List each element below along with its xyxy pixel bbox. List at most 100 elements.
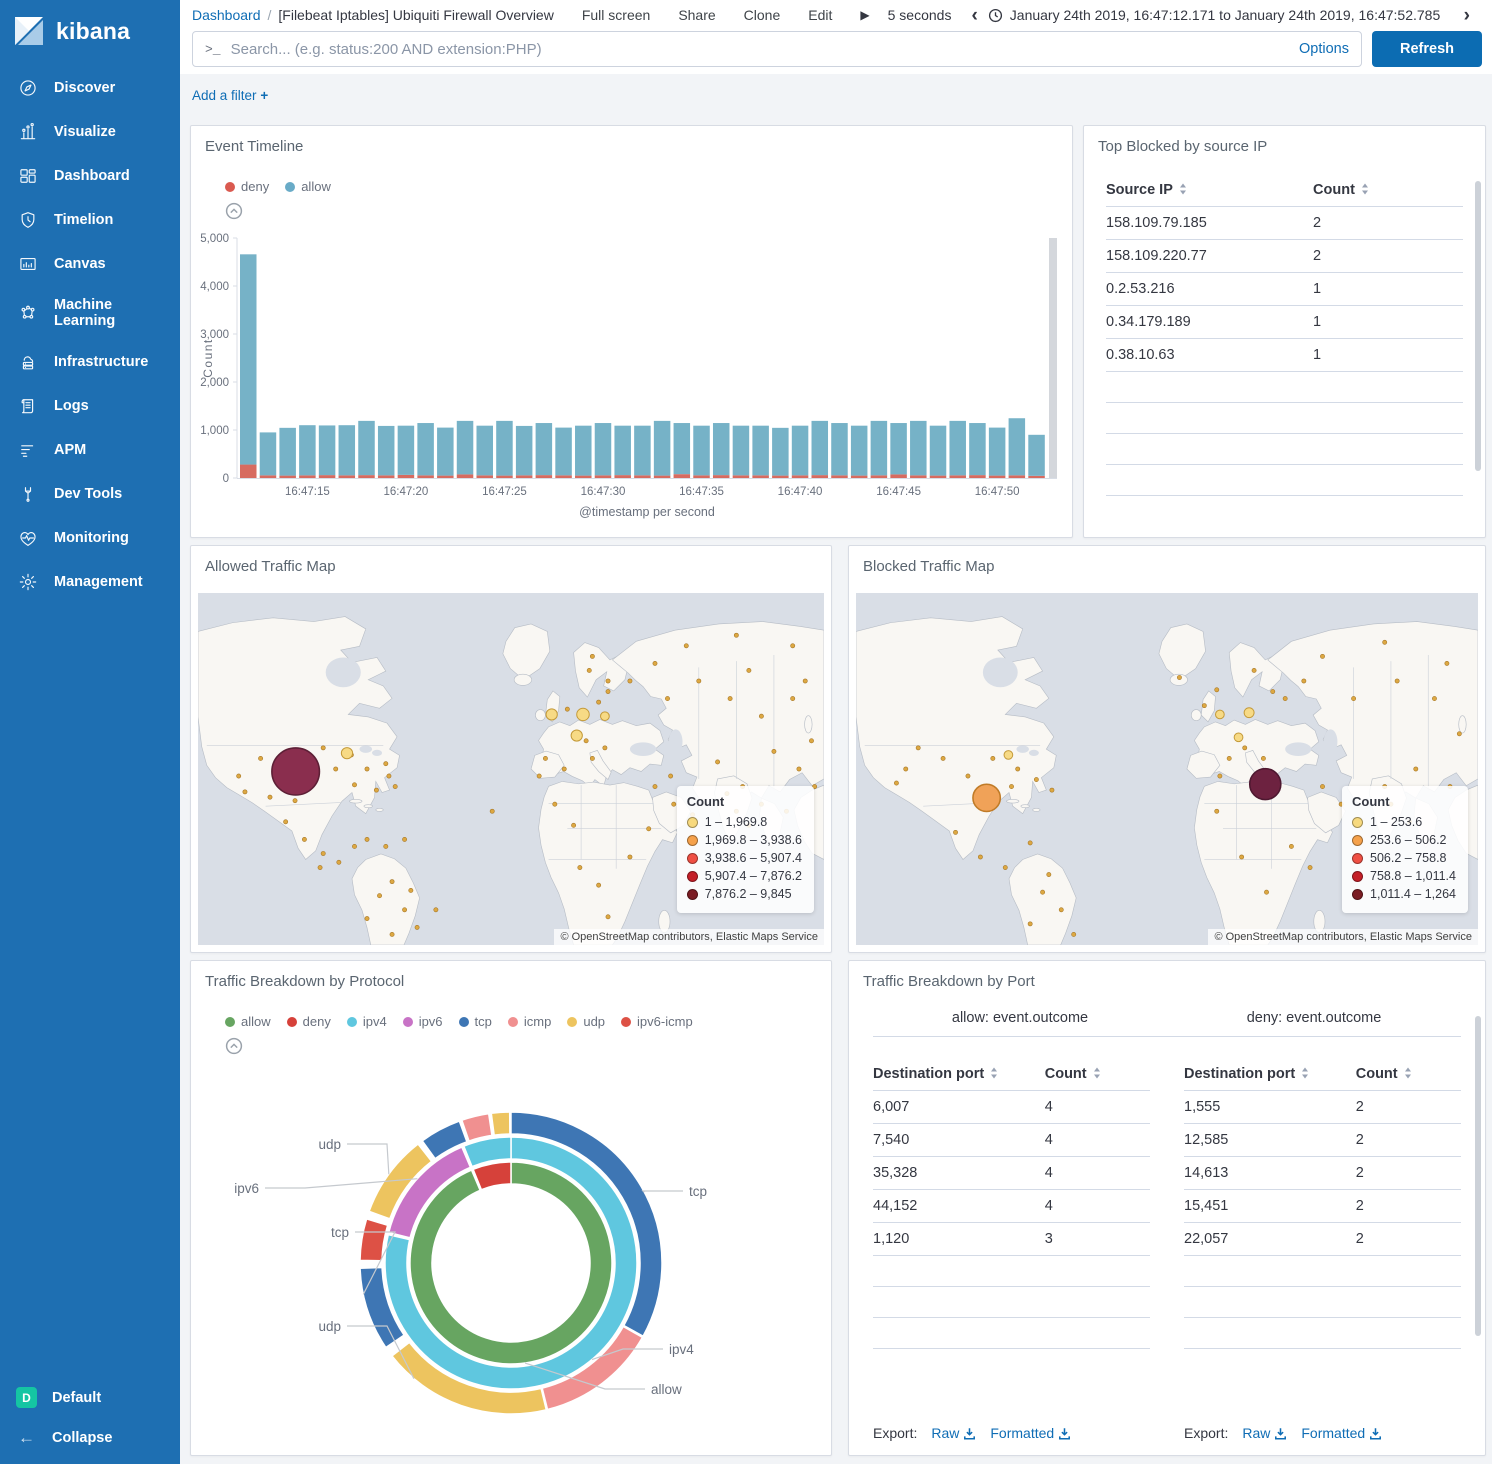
map-legend-item: 758.8 – 1,011.4	[1352, 867, 1456, 885]
table-row[interactable]: 158.109.220.772	[1106, 240, 1463, 273]
sidebar-item-logs[interactable]: Logs	[0, 384, 180, 428]
column-header[interactable]: Count	[1313, 173, 1463, 207]
sidebar-item-visualize[interactable]: Visualize	[0, 110, 180, 154]
traffic-dot	[543, 756, 547, 760]
export-raw-link[interactable]: Raw	[931, 1425, 976, 1441]
empty-row	[1184, 1287, 1461, 1318]
sort-icon[interactable]	[1301, 1067, 1309, 1083]
sidebar-item-apm[interactable]: APM	[0, 428, 180, 472]
sidebar-item-timelion[interactable]: Timelion	[0, 198, 180, 242]
menu-item-edit[interactable]: Edit	[794, 7, 846, 23]
legend-item-deny[interactable]: deny	[287, 1014, 331, 1029]
protocol-sunburst-chart[interactable]: udpipv6tcpudptcpipv4allow	[191, 1061, 833, 1457]
legend-item-deny[interactable]: deny	[225, 179, 269, 194]
sidebar-item-discover[interactable]: Discover	[0, 66, 180, 110]
export-raw-link[interactable]: Raw	[1242, 1425, 1287, 1441]
sort-icon[interactable]	[1179, 183, 1187, 199]
export-formatted-link[interactable]: Formatted	[1301, 1425, 1382, 1441]
table-row[interactable]: 7,5404	[873, 1124, 1150, 1157]
refresh-interval[interactable]: 5 seconds	[878, 7, 962, 23]
column-header[interactable]: Destination port	[1184, 1057, 1356, 1091]
options-link[interactable]: Options	[1289, 41, 1349, 57]
sidebar-item-management[interactable]: Management	[0, 560, 180, 604]
time-prev-icon[interactable]: ‹	[961, 6, 987, 25]
table-row[interactable]: 14,6132	[1184, 1157, 1461, 1190]
space-switcher-default[interactable]: D Default	[0, 1377, 180, 1418]
current-time-marker	[1049, 238, 1057, 478]
legend-item-icmp[interactable]: icmp	[508, 1014, 551, 1029]
legend-item-ipv6-icmp[interactable]: ipv6-icmp	[621, 1014, 693, 1029]
search-input[interactable]	[231, 41, 1289, 58]
sort-icon[interactable]	[1361, 183, 1369, 199]
legend-item-allow[interactable]: allow	[225, 1014, 271, 1029]
legend-item-udp[interactable]: udp	[567, 1014, 605, 1029]
sidebar-item-dashboard[interactable]: Dashboard	[0, 154, 180, 198]
add-filter-link[interactable]: Add a filter +	[192, 88, 268, 103]
sidebar-item-label: Timelion	[54, 212, 113, 228]
table-row[interactable]: 15,4512	[1184, 1190, 1461, 1223]
sunburst-segment-icmp[interactable]	[462, 1114, 492, 1141]
table-row[interactable]: 12,5852	[1184, 1124, 1461, 1157]
column-header[interactable]: Count	[1045, 1057, 1150, 1091]
table-row[interactable]: 0.2.53.2161	[1106, 273, 1463, 306]
table-row[interactable]: 35,3284	[873, 1157, 1150, 1190]
traffic-dot	[697, 679, 701, 683]
breadcrumb-dashboard[interactable]: Dashboard	[192, 7, 261, 23]
time-range-picker[interactable]: January 24th 2019, 16:47:12.171 to Janua…	[988, 7, 1440, 23]
sunburst-segment-allow[interactable]	[410, 1162, 612, 1364]
empty-row	[1106, 465, 1463, 496]
table-row[interactable]: 1,1203	[873, 1223, 1150, 1256]
event-timeline-chart[interactable]: 01,0002,0003,0004,0005,00016:47:1516:47:…	[199, 230, 1066, 536]
sidebar-item-infrastructure[interactable]: Infrastructure	[0, 340, 180, 384]
kibana-logo[interactable]: kibana	[0, 0, 180, 66]
refresh-button[interactable]: Refresh	[1372, 31, 1482, 67]
table-row[interactable]: 22,0572	[1184, 1223, 1461, 1256]
export-formatted-link[interactable]: Formatted	[990, 1425, 1071, 1441]
play-icon[interactable]: ▶	[846, 8, 877, 22]
table-row[interactable]: 44,1524	[873, 1190, 1150, 1223]
panel-title: Traffic Breakdown by Protocol	[191, 961, 831, 994]
plus-icon: +	[260, 88, 268, 103]
traffic-dot	[904, 767, 908, 771]
map-legend-title: Count	[687, 794, 802, 809]
panel-title: Blocked Traffic Map	[849, 546, 1485, 579]
time-next-icon[interactable]: ›	[1454, 6, 1480, 25]
column-header[interactable]: Destination port	[873, 1057, 1045, 1091]
blocked-traffic-map[interactable]: Count 1 – 253.6253.6 – 506.2506.2 – 758.…	[856, 593, 1478, 945]
legend-item-tcp[interactable]: tcp	[459, 1014, 492, 1029]
legend-collapse-icon[interactable]	[225, 202, 243, 225]
sidebar-item-canvas[interactable]: Canvas	[0, 242, 180, 286]
menu-item-clone[interactable]: Clone	[730, 7, 795, 23]
sunburst-segment-udp[interactable]	[491, 1112, 510, 1135]
column-header[interactable]: Source IP	[1106, 173, 1313, 207]
collapse-button[interactable]: ← Collapse	[0, 1418, 180, 1458]
scrollbar[interactable]	[1475, 1016, 1481, 1336]
table-row[interactable]: 0.38.10.631	[1106, 339, 1463, 372]
legend-item-allow[interactable]: allow	[285, 179, 331, 194]
traffic-dot	[337, 860, 341, 864]
table-row[interactable]: 158.109.79.1852	[1106, 207, 1463, 240]
svg-text:0: 0	[223, 473, 229, 485]
traffic-dot	[374, 788, 378, 792]
legend-item-ipv6[interactable]: ipv6	[403, 1014, 443, 1029]
sidebar-item-monitoring[interactable]: Monitoring	[0, 516, 180, 560]
download-icon	[1369, 1427, 1382, 1440]
table-row[interactable]: 1,5552	[1184, 1091, 1461, 1124]
svg-text:1,000: 1,000	[200, 425, 229, 437]
traffic-dot	[490, 809, 494, 813]
allowed-traffic-map[interactable]: Count 1 – 1,969.81,969.8 – 3,938.63,938.…	[198, 593, 824, 945]
menu-item-share[interactable]: Share	[664, 7, 729, 23]
sort-icon[interactable]	[1404, 1067, 1412, 1083]
scrollbar[interactable]	[1475, 181, 1481, 471]
legend-item-ipv4[interactable]: ipv4	[347, 1014, 387, 1029]
table-row[interactable]: 0.34.179.1891	[1106, 306, 1463, 339]
sidebar-item-machine-learning[interactable]: Machine Learning	[0, 286, 180, 340]
column-header[interactable]: Count	[1356, 1057, 1461, 1091]
menu-item-full-screen[interactable]: Full screen	[568, 7, 664, 23]
sort-icon[interactable]	[990, 1067, 998, 1083]
table-row[interactable]: 6,0074	[873, 1091, 1150, 1124]
sidebar-item-dev-tools[interactable]: Dev Tools	[0, 472, 180, 516]
legend-collapse-icon[interactable]	[225, 1037, 243, 1060]
traffic-dot	[1414, 767, 1418, 771]
sort-icon[interactable]	[1093, 1067, 1101, 1083]
